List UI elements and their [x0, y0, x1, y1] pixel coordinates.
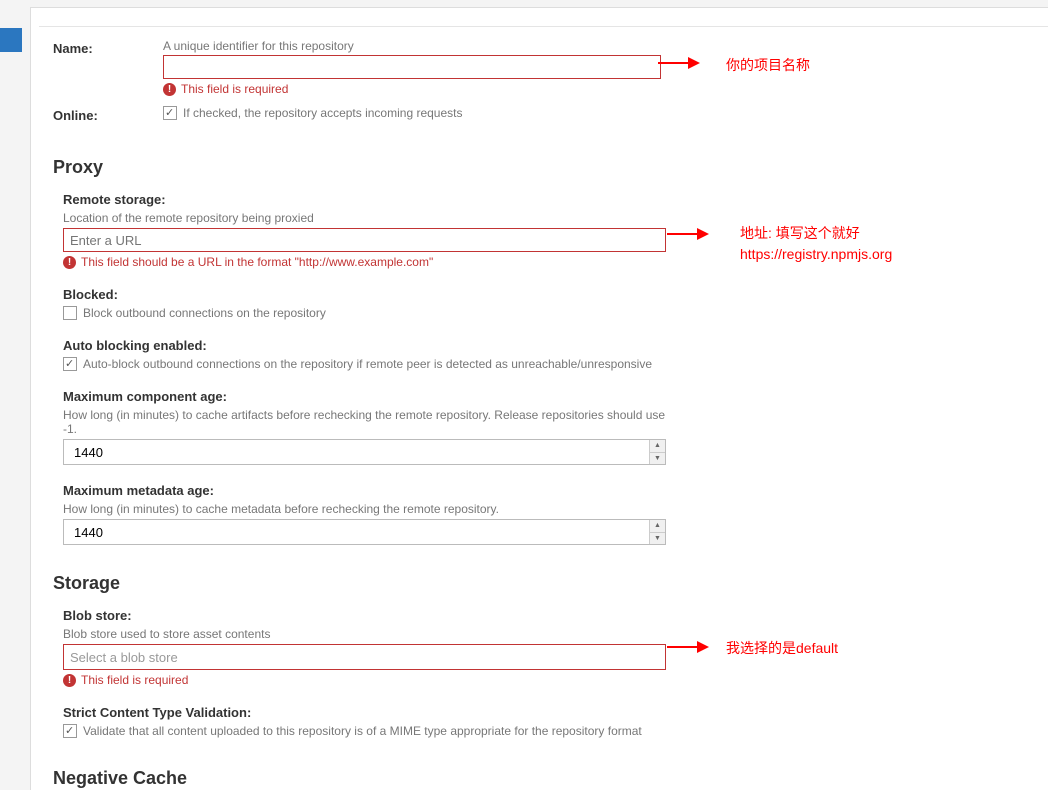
name-label: Name:: [53, 39, 163, 56]
blocked-label: Blocked:: [63, 287, 1048, 302]
blob-store-desc: Blob store used to store asset contents: [63, 627, 1048, 641]
strict-validation-checkbox-label: Validate that all content uploaded to th…: [83, 724, 642, 738]
max-metadata-age-label: Maximum metadata age:: [63, 483, 1048, 498]
online-checkbox-label: If checked, the repository accepts incom…: [183, 106, 462, 120]
remote-storage-input[interactable]: [63, 228, 666, 252]
blob-store-placeholder: Select a blob store: [70, 650, 178, 665]
spinner-up-icon[interactable]: ▲: [650, 440, 665, 453]
error-icon: !: [63, 256, 76, 269]
name-error-text: This field is required: [181, 82, 288, 96]
annotation-blob: 我选择的是default: [726, 638, 838, 659]
error-icon: !: [63, 674, 76, 687]
remote-storage-desc: Location of the remote repository being …: [63, 211, 1048, 225]
online-label: Online:: [53, 106, 163, 123]
blocked-checkbox[interactable]: [63, 306, 77, 320]
auto-blocking-checkbox[interactable]: [63, 357, 77, 371]
proxy-heading: Proxy: [53, 157, 1048, 178]
online-checkbox[interactable]: [163, 106, 177, 120]
blocked-checkbox-label: Block outbound connections on the reposi…: [83, 306, 326, 320]
spinner-down-icon[interactable]: ▼: [650, 533, 665, 545]
spinner-up-icon[interactable]: ▲: [650, 520, 665, 533]
max-metadata-age-input[interactable]: [63, 519, 666, 545]
annotation-arrow-icon: [667, 225, 709, 243]
max-metadata-age-desc: How long (in minutes) to cache metadata …: [63, 502, 1048, 516]
error-icon: !: [163, 83, 176, 96]
content-panel: Name: A unique identifier for this repos…: [30, 7, 1048, 790]
annotation-arrow-icon: [667, 638, 709, 656]
auto-blocking-label: Auto blocking enabled:: [63, 338, 1048, 353]
max-component-age-desc: How long (in minutes) to cache artifacts…: [63, 408, 673, 436]
remote-storage-error: This field should be a URL in the format…: [81, 255, 433, 269]
max-component-age-label: Maximum component age:: [63, 389, 1048, 404]
negative-cache-heading: Negative Cache: [53, 768, 1048, 789]
name-input[interactable]: [163, 55, 661, 79]
auto-blocking-checkbox-label: Auto-block outbound connections on the r…: [83, 357, 652, 371]
remote-storage-label: Remote storage:: [63, 192, 1048, 207]
storage-heading: Storage: [53, 573, 1048, 594]
left-blue-strip: [0, 28, 22, 52]
strict-validation-label: Strict Content Type Validation:: [63, 705, 1048, 720]
name-helper: A unique identifier for this repository: [163, 39, 1048, 53]
blob-store-select[interactable]: Select a blob store: [63, 644, 666, 670]
blob-store-label: Blob store:: [63, 608, 1048, 623]
annotation-name: 你的项目名称: [726, 55, 810, 76]
spinner-down-icon[interactable]: ▼: [650, 453, 665, 465]
blob-store-error: This field is required: [81, 673, 188, 687]
annotation-arrow-icon: [658, 54, 700, 72]
strict-validation-checkbox[interactable]: [63, 724, 77, 738]
annotation-url: 地址: 填写这个就好 https://registry.npmjs.org: [740, 223, 892, 265]
max-component-age-input[interactable]: [63, 439, 666, 465]
